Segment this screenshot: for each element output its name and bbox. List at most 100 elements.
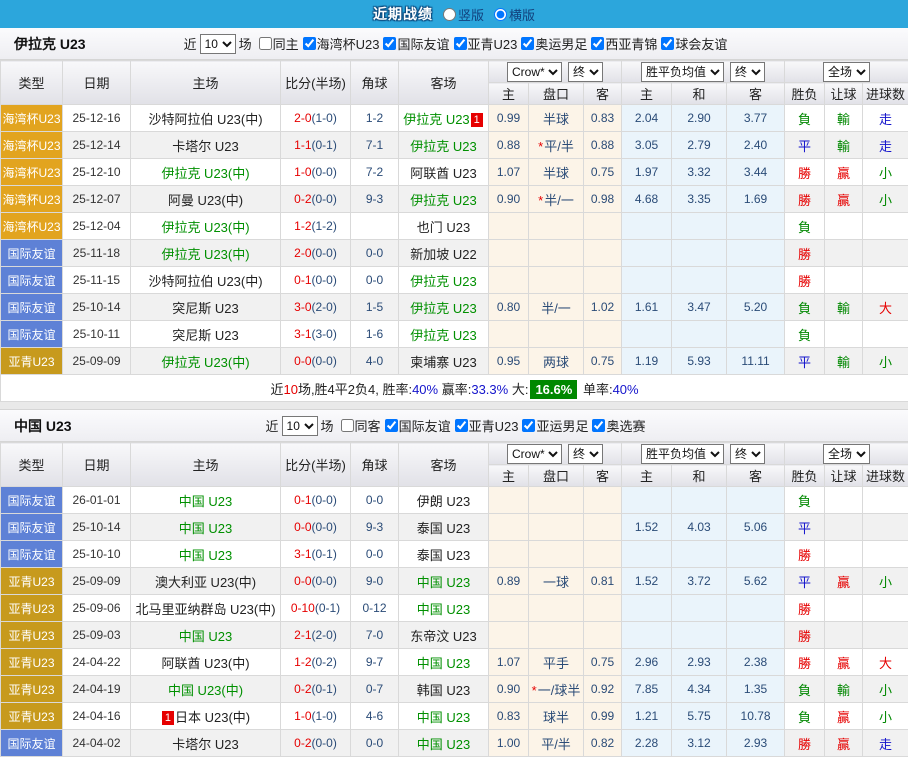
odds-company-select[interactable]: Crow* xyxy=(507,62,562,82)
competition-filter[interactable]: 球会友谊 xyxy=(657,34,727,53)
col-type: 类型 xyxy=(1,443,63,487)
euro-draw-odds xyxy=(672,541,727,568)
asian-handicap xyxy=(529,267,584,294)
same-venue-filter[interactable]: 同主 xyxy=(255,34,299,53)
halftime-score: (0-0) xyxy=(312,736,337,750)
odds-company-select[interactable]: Crow* xyxy=(507,444,562,464)
score-cell: 2-0(0-0) xyxy=(281,240,351,267)
asian-away-odds: 0.98 xyxy=(584,186,622,213)
euro-draw-odds xyxy=(672,595,727,622)
corner-cell: 7-2 xyxy=(351,159,399,186)
match-date: 25-09-09 xyxy=(63,568,131,595)
asian-home-odds: 0.80 xyxy=(489,294,529,321)
result-handicap xyxy=(825,514,863,541)
halftime-score: (0-1) xyxy=(312,547,337,561)
asian-handicap xyxy=(529,240,584,267)
result-handicap: 贏 xyxy=(825,649,863,676)
score-cell: 3-0(2-0) xyxy=(281,294,351,321)
scope-select[interactable]: 全场 xyxy=(823,62,870,82)
match-count-select[interactable]: 10 xyxy=(282,416,318,436)
competition-filter[interactable]: 亚青U23 xyxy=(451,416,519,435)
avg-final-select[interactable]: 终 xyxy=(730,444,765,464)
match-date: 25-12-04 xyxy=(63,213,131,240)
match-row: 国际友谊26-01-01中国 U230-1(0-0)0-0伊朗 U23負 xyxy=(1,487,908,514)
euro-home-odds xyxy=(622,622,672,649)
euro-away-odds: 5.20 xyxy=(727,294,785,321)
home-team-cell: 阿曼 U23(中) xyxy=(131,186,281,213)
away-team-cell: 中国 U23 xyxy=(399,595,489,622)
odds-final-select[interactable]: 终 xyxy=(568,444,603,464)
asian-home-odds: 1.00 xyxy=(489,730,529,757)
euro-away-odds: 2.93 xyxy=(727,730,785,757)
same-venue-checkbox[interactable] xyxy=(259,37,272,50)
halftime-score: (0-2) xyxy=(312,655,337,669)
same-venue-checkbox[interactable] xyxy=(341,419,354,432)
score-cell: 3-1(0-1) xyxy=(281,541,351,568)
competition-checkbox[interactable] xyxy=(591,37,604,50)
competition-filter[interactable]: 国际友谊 xyxy=(381,416,451,435)
section-header: 伊拉克 U23 近10场同主海湾杯U23国际友谊亚青U23奥运男足西亚青锦球会友… xyxy=(0,28,908,60)
odds-final-select[interactable]: 终 xyxy=(568,62,603,82)
euro-away-odds: 3.77 xyxy=(727,105,785,132)
asian-away-odds: 0.92 xyxy=(584,676,622,703)
layout-option-horizontal[interactable]: 横版 xyxy=(488,5,535,24)
asian-home-odds: 1.07 xyxy=(489,649,529,676)
home-team-cell: 北马里亚纳群岛 U23(中) xyxy=(131,595,281,622)
same-venue-filter[interactable]: 同客 xyxy=(337,416,381,435)
corner-cell: 9-7 xyxy=(351,649,399,676)
vertical-radio[interactable] xyxy=(443,8,456,21)
competition-checkbox[interactable] xyxy=(661,37,674,50)
euro-home-odds: 1.97 xyxy=(622,159,672,186)
competition-filter[interactable]: 西亚青锦 xyxy=(587,34,657,53)
away-team-name: 泰国 U23 xyxy=(417,548,470,563)
horizontal-radio[interactable] xyxy=(494,8,507,21)
competition-checkbox[interactable] xyxy=(522,419,535,432)
competition-label: 奥运男足 xyxy=(535,34,587,53)
competition-filter[interactable]: 海湾杯U23 xyxy=(299,34,380,53)
match-date: 24-04-19 xyxy=(63,676,131,703)
match-row: 国际友谊25-11-18伊拉克 U23(中)2-0(0-0)0-0新加坡 U22… xyxy=(1,240,908,267)
avg-odds-select[interactable]: 胜平负均值 xyxy=(641,62,724,82)
asian-home-odds: 1.07 xyxy=(489,159,529,186)
competition-filter[interactable]: 奥运男足 xyxy=(517,34,587,53)
home-team-cell: 卡塔尔 U23 xyxy=(131,730,281,757)
euro-away-odds xyxy=(727,267,785,294)
euro-draw-odds: 5.75 xyxy=(672,703,727,730)
competition-checkbox[interactable] xyxy=(383,37,396,50)
asian-handicap: *一/球半 xyxy=(529,676,584,703)
fulltime-score: 0-1 xyxy=(294,273,311,287)
match-date: 24-04-16 xyxy=(63,703,131,730)
competition-filter[interactable]: 奥选赛 xyxy=(588,416,645,435)
euro-draw-odds xyxy=(672,321,727,348)
result-handicap: 贏 xyxy=(825,159,863,186)
competition-checkbox[interactable] xyxy=(454,37,467,50)
away-team-name: 伊拉克 U23 xyxy=(410,328,476,343)
layout-option-vertical[interactable]: 竖版 xyxy=(437,5,484,24)
avg-odds-select[interactable]: 胜平负均值 xyxy=(641,444,724,464)
asian-handicap: 半/一 xyxy=(529,294,584,321)
competition-checkbox[interactable] xyxy=(592,419,605,432)
competition-label: 西亚青锦 xyxy=(605,34,657,53)
euro-draw-odds: 4.34 xyxy=(672,676,727,703)
competition-checkbox[interactable] xyxy=(521,37,534,50)
competition-filter[interactable]: 亚运男足 xyxy=(518,416,588,435)
score-cell: 3-1(3-0) xyxy=(281,321,351,348)
away-team-cell: 东帝汶 U23 xyxy=(399,622,489,649)
competition-checkbox[interactable] xyxy=(303,37,316,50)
competition-filter[interactable]: 亚青U23 xyxy=(450,34,518,53)
corner-cell: 0-0 xyxy=(351,541,399,568)
euro-home-odds xyxy=(622,240,672,267)
asian-away-odds xyxy=(584,213,622,240)
competition-checkbox[interactable] xyxy=(385,419,398,432)
match-count-select[interactable]: 10 xyxy=(200,34,236,54)
asian-home-odds: 0.95 xyxy=(489,348,529,375)
competition-label: 国际友谊 xyxy=(397,34,449,53)
away-team-name: 新加坡 U22 xyxy=(410,247,476,262)
competition-checkbox[interactable] xyxy=(455,419,468,432)
match-type-badge: 国际友谊 xyxy=(1,730,63,757)
result-goals: 小 xyxy=(863,159,908,186)
competition-filter[interactable]: 国际友谊 xyxy=(379,34,449,53)
avg-final-select[interactable]: 终 xyxy=(730,62,765,82)
scope-select[interactable]: 全场 xyxy=(823,444,870,464)
topbar: 近期战绩 竖版 横版 xyxy=(0,0,908,28)
